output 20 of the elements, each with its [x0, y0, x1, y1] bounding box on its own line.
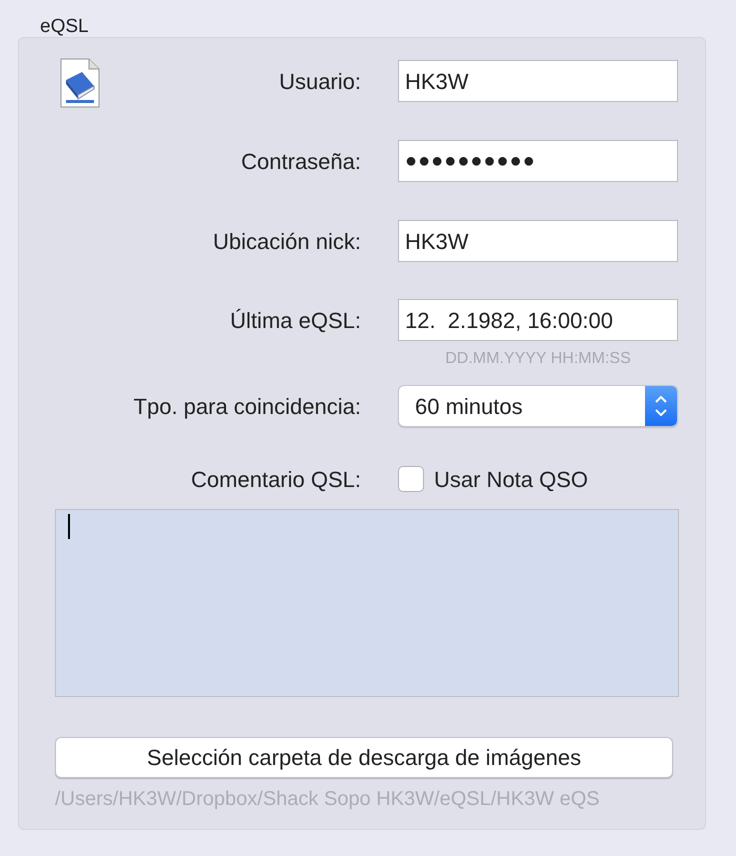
folder-button[interactable]: Selección carpeta de descarga de imágenes: [55, 737, 673, 778]
logbook-icon: [60, 58, 100, 108]
checkbox[interactable]: [398, 466, 424, 492]
dropdown[interactable]: 60 minutos: [398, 385, 678, 427]
field-label: Comentario QSL:: [190, 466, 361, 494]
format-hint: DD.MM.YYYY HH:MM:SS: [444, 349, 632, 369]
input-field[interactable]: HK3W: [398, 60, 678, 102]
password-field[interactable]: ●●●●●●●●●●: [398, 140, 678, 182]
field-label: Usuario:: [278, 68, 361, 96]
field-label: Última eQSL:: [229, 306, 361, 334]
input-field[interactable]: HK3W: [398, 220, 678, 262]
field-label: Tpo. para coincidencia:: [132, 392, 361, 421]
input-field[interactable]: 12. 2.1982, 16:00:00: [398, 299, 678, 341]
stepper-icon[interactable]: [645, 386, 677, 426]
field-label: Contraseña:: [240, 148, 361, 176]
dropdown-value: 60 minutos: [415, 392, 523, 420]
text-cursor: [68, 514, 70, 539]
field-label: Ubicación nick:: [212, 228, 361, 256]
group-title: eQSL: [40, 15, 89, 39]
checkbox-label: Usar Nota QSO: [434, 466, 588, 494]
